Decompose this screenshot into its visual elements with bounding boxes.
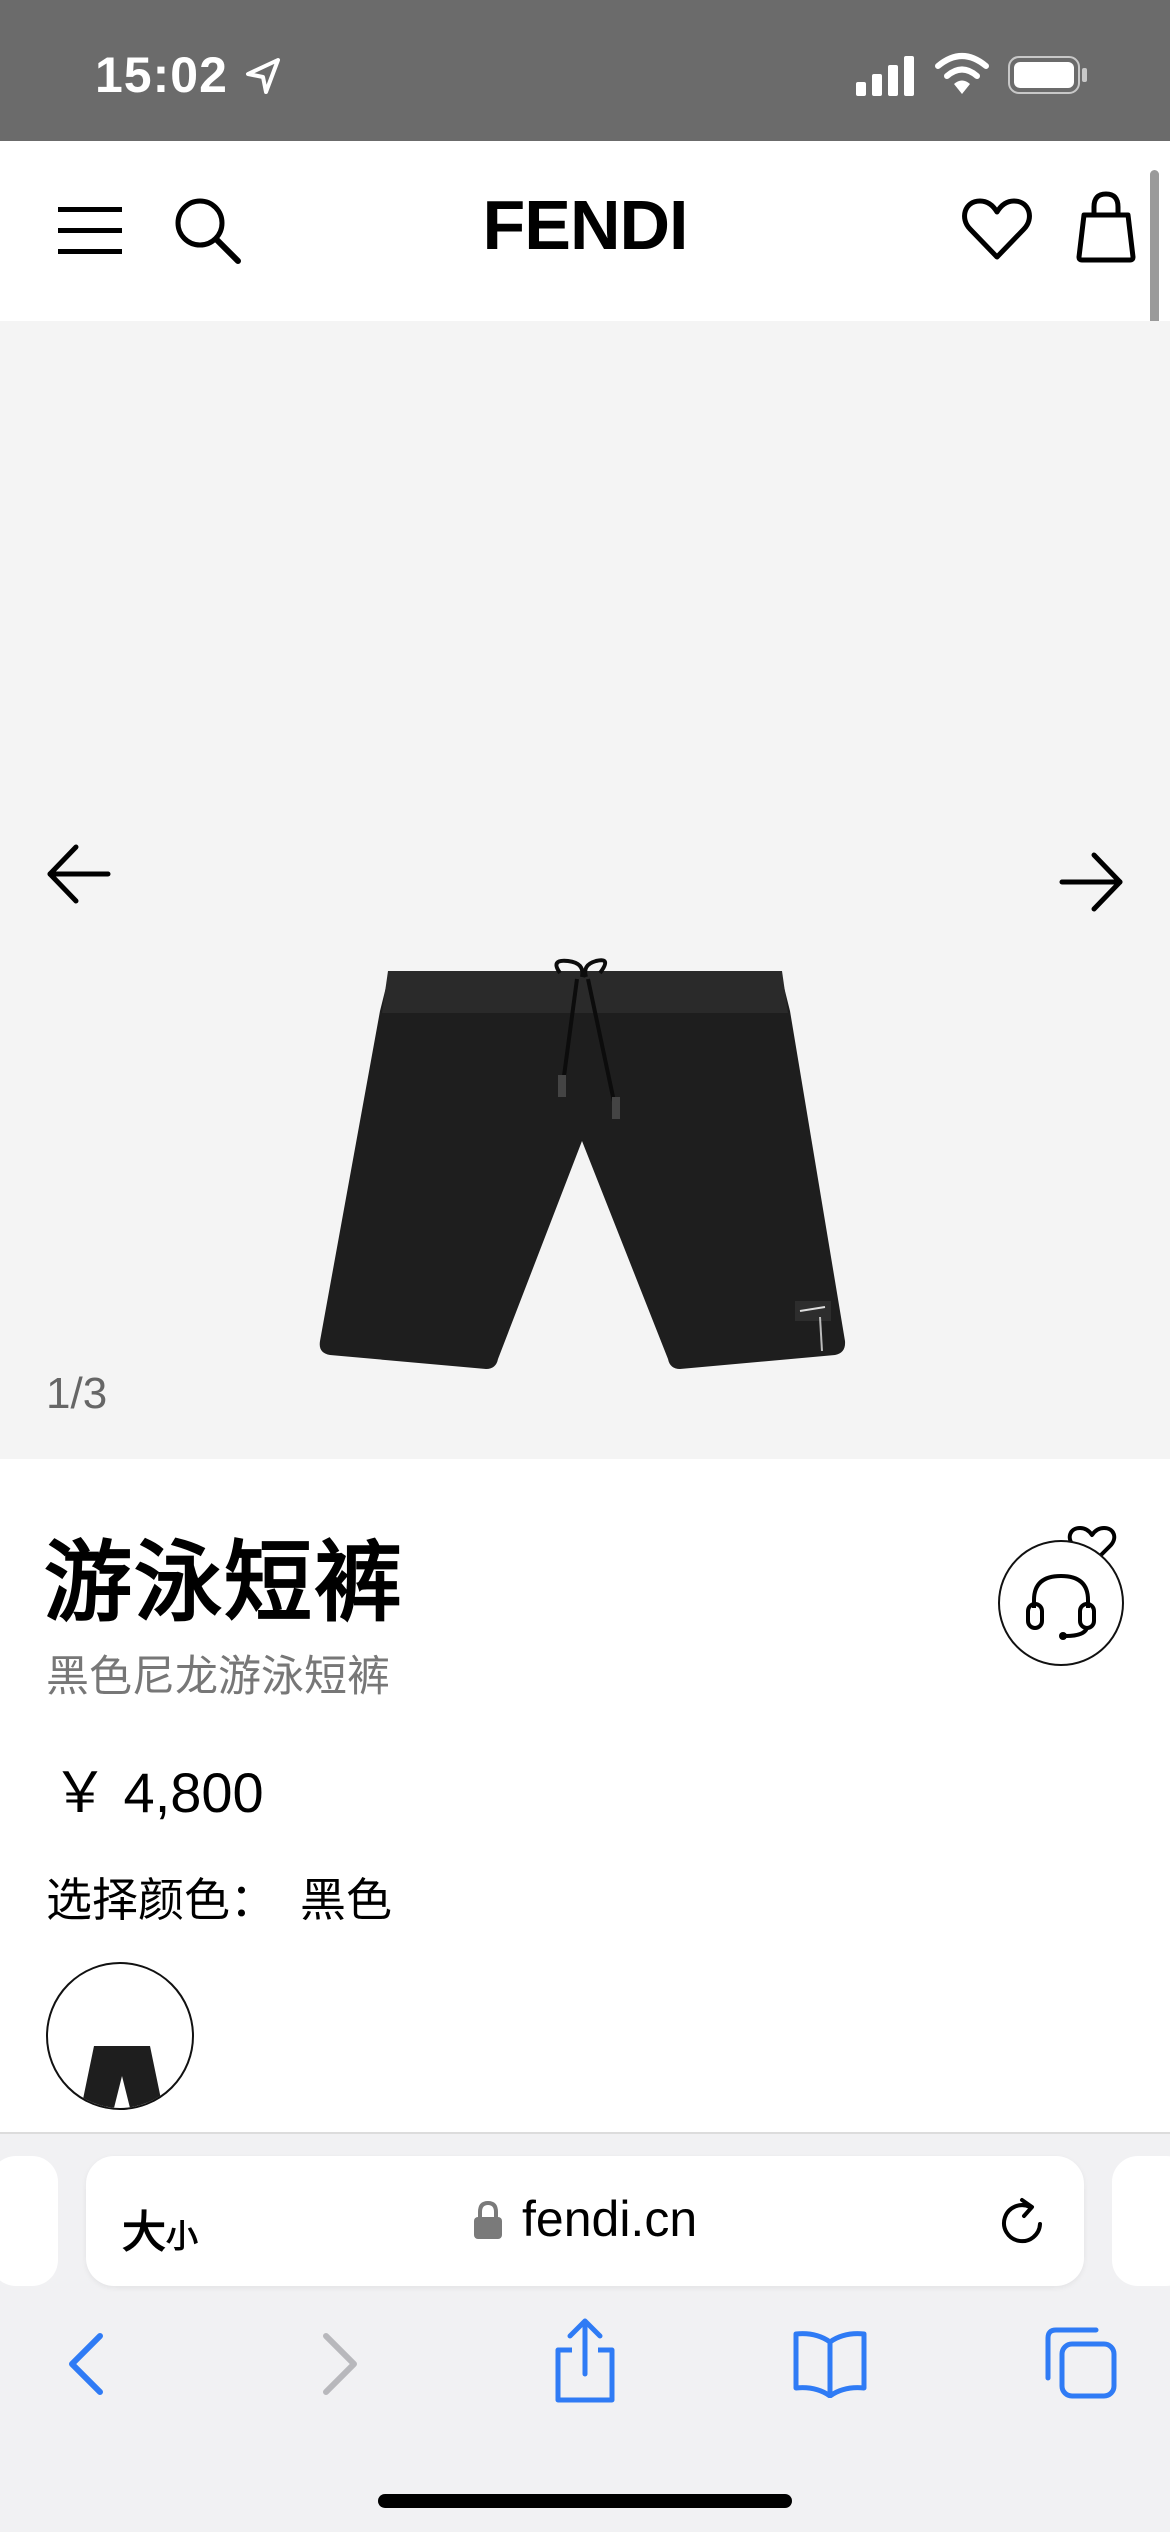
browser-toolbar: 大小 fendi.cn: [0, 2132, 1170, 2532]
customer-support-button[interactable]: [998, 1540, 1124, 1666]
shopping-bag-icon[interactable]: [1076, 191, 1136, 263]
address-bar[interactable]: 大小 fendi.cn: [86, 2156, 1084, 2286]
wifi-icon: [935, 53, 989, 94]
tabs-icon[interactable]: [1040, 2322, 1120, 2402]
headset-icon: [1026, 1573, 1096, 1640]
product-image[interactable]: [300, 941, 870, 1411]
product-subtitle: 黑色尼龙游泳短裤: [46, 1652, 390, 1702]
previous-tab-preview[interactable]: [0, 2156, 58, 2286]
back-icon[interactable]: [60, 2328, 112, 2400]
gallery-counter: 1/3: [46, 1369, 108, 1418]
menu-icon[interactable]: [58, 203, 122, 259]
bookmarks-icon[interactable]: [790, 2328, 870, 2398]
battery-icon: [1008, 56, 1087, 94]
next-tab-preview[interactable]: [1112, 2156, 1170, 2286]
reload-icon[interactable]: [994, 2194, 1050, 2250]
site-header: FENDI: [0, 141, 1170, 321]
product-gallery[interactable]: 1/3: [0, 321, 1170, 1459]
search-icon[interactable]: [172, 195, 242, 265]
home-indicator[interactable]: [378, 2494, 792, 2508]
share-icon[interactable]: [550, 2316, 620, 2406]
color-value: 黑色: [300, 1873, 392, 1927]
product-price: ￥ 4,800: [52, 1761, 264, 1824]
product-title: 游泳短裤: [44, 1531, 405, 1634]
text-size-button[interactable]: 大小: [122, 2196, 198, 2260]
color-swatch-black[interactable]: [46, 1962, 194, 2110]
heart-icon[interactable]: [962, 197, 1032, 261]
cellular-signal-icon: [856, 56, 914, 96]
forward-icon[interactable]: [314, 2328, 366, 2400]
lock-icon: [474, 2200, 502, 2239]
text-size-small: 小: [166, 2217, 199, 2255]
location-arrow-icon: [246, 58, 280, 94]
color-label: 选择颜色：: [46, 1873, 276, 1927]
status-time: 15:02: [95, 47, 228, 103]
brand-logo[interactable]: FENDI: [380, 185, 790, 265]
arrow-left-icon[interactable]: [44, 839, 114, 909]
status-bar: 15:02: [0, 0, 1170, 141]
swatch-thumbnail-icon: [82, 2046, 162, 2108]
url-text[interactable]: fendi.cn: [522, 2190, 697, 2248]
arrow-right-icon[interactable]: [1056, 847, 1126, 917]
text-size-big: 大: [122, 2207, 166, 2258]
